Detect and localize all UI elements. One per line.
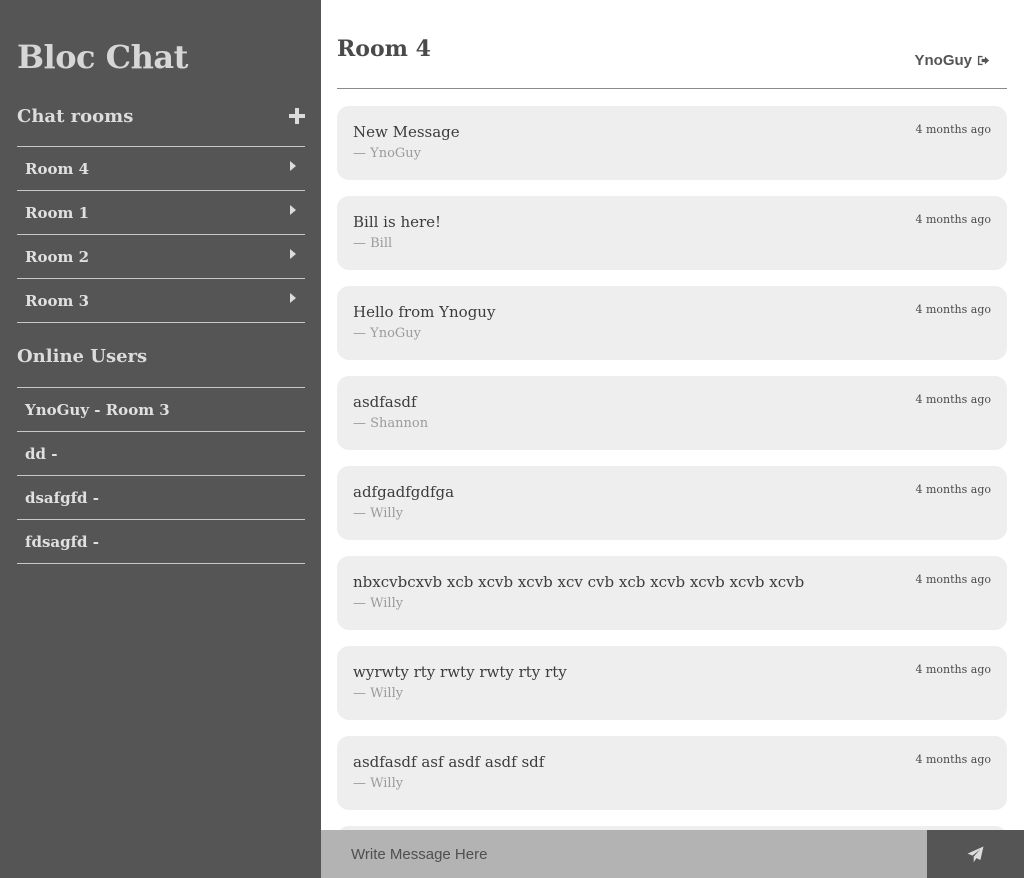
message-card: nbxcvbcxvb xcb xcvb xcvb xcv cvb xcb xcv… bbox=[337, 556, 1007, 630]
message-time: 4 months ago bbox=[915, 303, 991, 316]
sidebar-item-room-4[interactable]: Room 4 bbox=[17, 147, 305, 191]
message-content: asdfasdf bbox=[353, 393, 417, 411]
header-divider bbox=[337, 88, 1007, 89]
room-list: Room 4 Room 1 Room 2 Room 3 bbox=[17, 146, 305, 323]
online-user-label: dsafgfd - bbox=[25, 488, 99, 507]
room-label: Room 2 bbox=[25, 247, 90, 266]
online-user-label: fdsagfd - bbox=[25, 532, 99, 551]
caret-right-icon bbox=[290, 160, 296, 171]
message-card: asdfasdf asf asdf asdf sdf — Willy 4 mon… bbox=[337, 736, 1007, 810]
room-label: Room 4 bbox=[25, 159, 90, 178]
message-content: nbxcvbcxvb xcb xcvb xcvb xcv cvb xcb xcv… bbox=[353, 573, 805, 591]
message-content: New Message bbox=[353, 123, 460, 141]
room-label: Room 3 bbox=[25, 291, 90, 310]
online-users-header: Online Users bbox=[17, 341, 305, 371]
caret-right-icon bbox=[290, 204, 296, 215]
room-title: Room 4 bbox=[337, 36, 431, 62]
message-card: Hello from Ynoguy — YnoGuy 4 months ago bbox=[337, 286, 1007, 360]
chat-main: Room 4 YnoGuy New Message — YnoGuy 4 mon… bbox=[321, 0, 1024, 878]
chat-rooms-title: Chat rooms bbox=[17, 105, 134, 127]
online-user-item: YnoGuy - Room 3 bbox=[17, 388, 305, 432]
message-author: — Willy bbox=[353, 506, 404, 521]
message-time: 4 months ago bbox=[915, 483, 991, 496]
online-user-item: dd - bbox=[17, 432, 305, 476]
message-time: 4 months ago bbox=[915, 663, 991, 676]
sidebar-item-room-1[interactable]: Room 1 bbox=[17, 191, 305, 235]
message-card: New Message — YnoGuy 4 months ago bbox=[337, 106, 1007, 180]
message-author: — YnoGuy bbox=[353, 326, 422, 341]
online-user-label: YnoGuy - Room 3 bbox=[25, 400, 170, 419]
online-user-list: YnoGuy - Room 3 dd - dsafgfd - fdsagfd - bbox=[17, 387, 305, 564]
sidebar-item-room-3[interactable]: Room 3 bbox=[17, 279, 305, 323]
message-author: — YnoGuy bbox=[353, 146, 422, 161]
message-content: adfgadfgdfga bbox=[353, 483, 455, 501]
sign-out-icon[interactable] bbox=[977, 54, 990, 67]
message-composer bbox=[321, 830, 1024, 878]
message-content: wyrwty rty rwty rwty rty rty bbox=[353, 663, 567, 681]
message-input[interactable] bbox=[321, 830, 927, 878]
message-content: asdfasdf asf asdf asdf sdf bbox=[353, 753, 545, 771]
caret-right-icon bbox=[290, 292, 296, 303]
send-button[interactable] bbox=[927, 830, 1024, 878]
message-card: Bill is here! — Bill 4 months ago bbox=[337, 196, 1007, 270]
sidebar-item-room-2[interactable]: Room 2 bbox=[17, 235, 305, 279]
online-user-item: dsafgfd - bbox=[17, 476, 305, 520]
current-user-logout[interactable]: YnoGuy bbox=[914, 52, 990, 69]
paper-plane-icon bbox=[967, 846, 984, 862]
message-time: 4 months ago bbox=[915, 393, 991, 406]
online-user-label: dd - bbox=[25, 444, 58, 463]
plus-icon[interactable] bbox=[289, 108, 305, 124]
current-user-name: YnoGuy bbox=[914, 52, 972, 69]
online-users-title: Online Users bbox=[17, 345, 148, 367]
message-time: 4 months ago bbox=[915, 753, 991, 766]
caret-right-icon bbox=[290, 248, 296, 259]
online-user-item: fdsagfd - bbox=[17, 520, 305, 564]
message-card: asdfasdf — Shannon 4 months ago bbox=[337, 376, 1007, 450]
message-content: Hello from Ynoguy bbox=[353, 303, 496, 321]
message-card: wyrwty rty rwty rwty rty rty — Willy 4 m… bbox=[337, 646, 1007, 720]
message-author: — Bill bbox=[353, 236, 393, 251]
message-card: adfgadfgdfga — Willy 4 months ago bbox=[337, 466, 1007, 540]
message-list: New Message — YnoGuy 4 months ago Bill i… bbox=[337, 106, 1007, 830]
message-time: 4 months ago bbox=[915, 573, 991, 586]
message-author: — Willy bbox=[353, 686, 404, 701]
sidebar: Bloc Chat Chat rooms Room 4 Room 1 Room … bbox=[0, 0, 321, 878]
message-time: 4 months ago bbox=[915, 123, 991, 136]
message-author: — Shannon bbox=[353, 416, 429, 431]
message-time: 4 months ago bbox=[915, 213, 991, 226]
message-author: — Willy bbox=[353, 776, 404, 791]
message-content: Bill is here! bbox=[353, 213, 442, 231]
room-label: Room 1 bbox=[25, 203, 90, 222]
app-title: Bloc Chat bbox=[17, 38, 188, 76]
message-author: — Willy bbox=[353, 596, 404, 611]
chat-rooms-header: Chat rooms bbox=[17, 101, 305, 131]
